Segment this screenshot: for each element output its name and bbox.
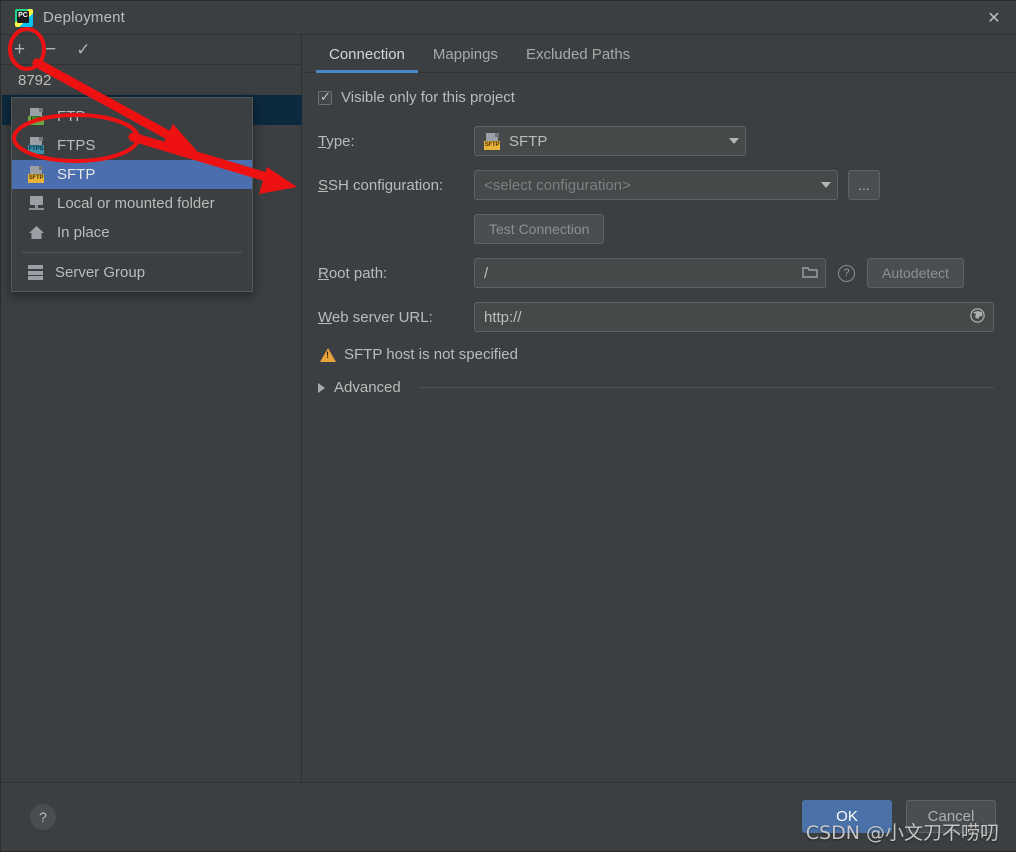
warning-message: SFTP host is not specified (344, 346, 518, 363)
type-row: Type: SFTP SFTP (318, 126, 994, 156)
warning-triangle-icon (320, 347, 336, 362)
menu-separator (22, 252, 242, 253)
menu-item-local-or-mounted-folder[interactable]: Local or mounted folder (12, 189, 252, 218)
server-list-item[interactable]: 8792 (2, 65, 302, 95)
tab-connection[interactable]: Connection (315, 46, 419, 73)
menu-item-label: Server Group (55, 264, 146, 281)
sftp-host-warning: SFTP host is not specified (320, 346, 994, 363)
type-label: Type: (318, 132, 355, 150)
advanced-section-toggle[interactable]: Advanced (318, 379, 994, 396)
visible-only-checkbox[interactable] (318, 89, 332, 105)
ssh-configuration-row: SSH configuration: <select configuration… (318, 170, 994, 200)
menu-item-ftps[interactable]: FTPS FTPS (12, 131, 252, 160)
menu-item-ftp[interactable]: FTP FTP (12, 102, 252, 131)
chevron-right-icon (318, 382, 325, 393)
menu-item-label: SFTP (57, 166, 96, 183)
web-server-url-value: http:// (484, 308, 522, 326)
ftp-badge-label: FTP (28, 116, 44, 125)
menu-item-label: FTP (57, 108, 86, 125)
question-mark-icon[interactable]: ? (838, 264, 855, 282)
globe-icon[interactable] (969, 307, 986, 328)
web-server-url-label: Web server URL: (318, 308, 433, 326)
home-icon (28, 224, 45, 241)
server-list-toolbar: + − ✓ (2, 35, 301, 65)
ftp-file-icon: FTP (28, 108, 45, 125)
deployment-dialog: PC Deployment ✕ + − ✓ 8792 FTP FTP FTPS … (0, 0, 1016, 852)
chevron-down-icon (729, 138, 739, 144)
menu-item-label: FTPS (57, 137, 96, 154)
menu-item-server-group[interactable]: Server Group (12, 258, 252, 287)
connection-form: Visible only for this project Type: SFTP… (302, 73, 1016, 396)
dialog-footer: ? OK Cancel (2, 782, 1016, 850)
close-icon[interactable]: ✕ (971, 1, 1016, 35)
server-list-item-label: 8792 (18, 71, 52, 89)
pycharm-logo-icon: PC (15, 8, 33, 27)
root-path-label: Root path: (318, 264, 388, 282)
cancel-button[interactable]: Cancel (906, 800, 996, 833)
add-server-button[interactable]: + (14, 40, 25, 59)
advanced-divider (419, 387, 994, 388)
window-title: Deployment (43, 9, 126, 26)
ok-button[interactable]: OK (802, 800, 892, 833)
web-server-url-row: Web server URL: http:// (318, 302, 994, 332)
type-combobox-value: SFTP (509, 132, 548, 150)
server-group-icon (28, 265, 43, 280)
chevron-down-icon (821, 182, 831, 188)
network-folder-icon (28, 195, 45, 212)
menu-item-label: Local or mounted folder (57, 195, 215, 212)
test-connection-button[interactable]: Test Connection (474, 214, 605, 244)
sftp-badge-label: SFTP (28, 174, 44, 183)
advanced-label: Advanced (334, 379, 401, 396)
title-bar: PC Deployment ✕ (1, 1, 1016, 35)
tab-mappings[interactable]: Mappings (419, 46, 512, 72)
test-connection-row: Test Connection (318, 214, 994, 244)
folder-icon[interactable] (802, 265, 818, 282)
type-combobox[interactable]: SFTP SFTP (474, 126, 746, 156)
menu-item-label: In place (57, 224, 110, 241)
settings-tabs: Connection Mappings Excluded Paths (302, 35, 1016, 73)
autodetect-button[interactable]: Autodetect (867, 258, 964, 288)
ssh-configuration-placeholder: <select configuration> (484, 176, 631, 194)
menu-item-sftp[interactable]: SFTP SFTP (12, 160, 252, 189)
web-server-url-input[interactable]: http:// (474, 302, 994, 332)
sftp-file-icon: SFTP (484, 132, 501, 150)
sftp-file-icon: SFTP (28, 166, 45, 183)
ssh-configuration-label: SSH configuration: (318, 176, 444, 194)
server-list-panel: + − ✓ 8792 FTP FTP FTPS FTPS SFTP SFTP L… (2, 35, 302, 784)
ssh-configuration-browse-button[interactable]: ... (848, 170, 880, 200)
dialog-action-buttons: OK Cancel (802, 800, 996, 833)
root-path-value: / (484, 264, 489, 282)
visible-only-checkbox-label: Visible only for this project (341, 89, 515, 106)
root-path-input[interactable]: / (474, 258, 826, 288)
ftps-file-icon: FTPS (28, 137, 45, 154)
visible-only-for-project-row[interactable]: Visible only for this project (318, 89, 994, 106)
remove-server-button[interactable]: − (45, 40, 56, 59)
add-server-type-menu: FTP FTP FTPS FTPS SFTP SFTP Local or mou… (11, 97, 253, 292)
connection-settings-panel: Connection Mappings Excluded Paths Visib… (302, 35, 1016, 784)
root-path-row: Root path: / ? Autodetect (318, 258, 994, 288)
set-default-server-button[interactable]: ✓ (76, 40, 90, 59)
sftp-badge-label: SFTP (484, 140, 500, 150)
tab-excluded-paths[interactable]: Excluded Paths (512, 46, 644, 72)
help-button[interactable]: ? (30, 803, 56, 830)
menu-item-in-place[interactable]: In place (12, 218, 252, 247)
ssh-configuration-combobox[interactable]: <select configuration> (474, 170, 838, 200)
ftps-badge-label: FTPS (28, 145, 44, 154)
